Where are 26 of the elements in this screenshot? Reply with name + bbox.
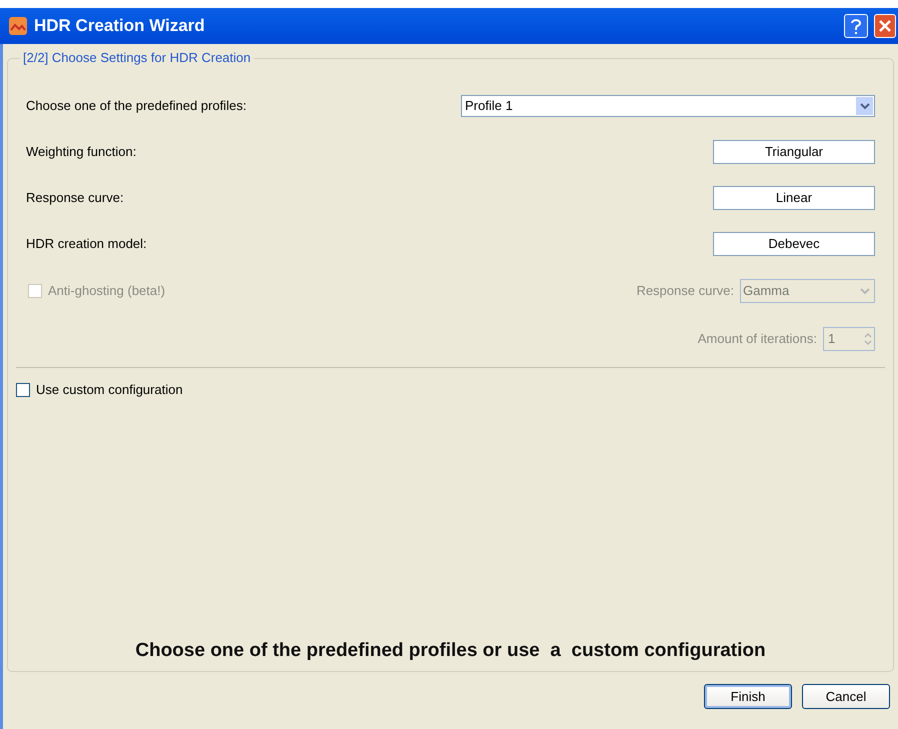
close-icon bbox=[879, 20, 891, 32]
dialog-button[interactable]: Cancel bbox=[802, 684, 890, 709]
help-icon bbox=[851, 18, 861, 34]
app-icon bbox=[8, 16, 28, 36]
field-label: Amount of iterations: bbox=[698, 330, 817, 348]
close-button[interactable] bbox=[874, 14, 896, 38]
chevron-down-icon bbox=[860, 288, 870, 294]
help-button[interactable] bbox=[844, 14, 868, 38]
setting-label: Choose one of the predefined profiles: bbox=[26, 97, 246, 116]
field-label: Response curve: bbox=[636, 282, 734, 300]
setting-button[interactable]: Triangular bbox=[713, 140, 875, 164]
hint-text: Choose one of the predefined profiles or use a custom configuration bbox=[135, 638, 766, 662]
profile-dropdown[interactable]: Profile 1 bbox=[461, 95, 875, 117]
setting-button[interactable]: Debevec bbox=[713, 232, 875, 256]
setting-button[interactable]: Linear bbox=[713, 186, 875, 210]
spinner-arrows-icon bbox=[862, 330, 874, 348]
setting-label: HDR creation model: bbox=[26, 235, 147, 254]
dialog-button[interactable]: Finish bbox=[704, 684, 792, 709]
setting-label: Weighting function: bbox=[26, 143, 136, 162]
setting-label: Response curve: bbox=[26, 189, 124, 208]
window-title: HDR Creation Wizard bbox=[34, 15, 206, 38]
chevron-down-icon bbox=[860, 102, 870, 110]
checkbox-label: Anti-ghosting (beta!) bbox=[48, 282, 166, 300]
custom-configuration-checkbox[interactable] bbox=[16, 382, 30, 397]
group-title: [2/2] Choose Settings for HDR Creation bbox=[20, 50, 254, 66]
checkbox-label: Use custom configuration bbox=[36, 381, 183, 399]
